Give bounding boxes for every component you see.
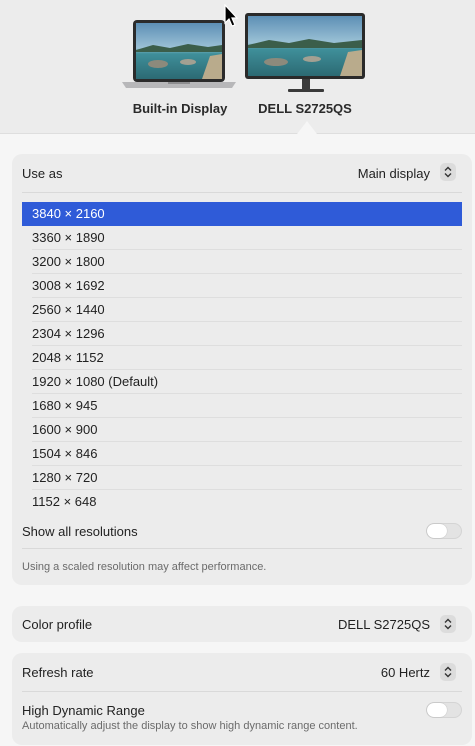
hdr-label: High Dynamic Range — [22, 703, 145, 718]
display-builtin[interactable] — [118, 14, 240, 94]
show-all-resolutions-toggle[interactable] — [426, 523, 462, 539]
resolution-option[interactable]: 1680 × 945 — [22, 394, 462, 418]
resolution-option[interactable]: 2048 × 1152 — [22, 346, 462, 370]
refresh-rate-label: Refresh rate — [22, 665, 94, 680]
display-selector: Built-in Display DELL S2725QS — [0, 0, 475, 134]
resolution-list: 3840 × 2160 3360 × 1890 3200 × 1800 3008 × … — [12, 202, 472, 514]
use-as-value[interactable]: Main display — [358, 166, 430, 181]
chevron-up-down-icon — [444, 666, 452, 678]
selected-display-caret — [297, 121, 317, 134]
show-all-divider — [22, 548, 462, 549]
resolution-option[interactable]: 1504 × 846 — [22, 442, 462, 466]
resolution-option[interactable]: 1600 × 900 — [22, 418, 462, 442]
refresh-divider — [22, 691, 462, 692]
display-settings-panel: Use as Main display 3840 × 2160 3360 × 18… — [0, 134, 475, 746]
color-profile-card: Color profile DELL S2725QS — [12, 606, 472, 642]
resolution-option[interactable]: 3200 × 1800 — [22, 250, 462, 274]
display-builtin-label: Built-in Display — [132, 101, 228, 116]
resolution-option[interactable]: 1152 × 648 — [22, 490, 462, 514]
chevron-up-down-icon — [444, 166, 452, 178]
monitor-icon — [245, 13, 365, 92]
color-profile-value[interactable]: DELL S2725QS — [338, 617, 430, 632]
mouse-pointer-icon — [224, 4, 239, 27]
hdr-description: Automatically adjust the display to show… — [22, 720, 358, 732]
color-profile-stepper[interactable] — [440, 615, 456, 633]
resolution-option[interactable]: 1920 × 1080 (Default) — [22, 370, 462, 394]
hdr-toggle[interactable] — [426, 702, 462, 718]
use-as-stepper[interactable] — [440, 163, 456, 181]
toggle-knob — [427, 703, 447, 717]
display-dell-label: DELL S2725QS — [258, 101, 352, 116]
color-profile-label: Color profile — [22, 617, 93, 632]
use-as-label: Use as — [22, 166, 63, 181]
resolution-option[interactable]: 2560 × 1440 — [22, 298, 462, 322]
resolution-card: Use as Main display 3840 × 2160 3360 × 18… — [12, 154, 472, 585]
resolution-option[interactable]: 3360 × 1890 — [22, 226, 462, 250]
show-all-resolutions-label: Show all resolutions — [22, 524, 138, 539]
refresh-hdr-card: Refresh rate 60 Hertz High Dynamic Range… — [12, 653, 472, 745]
laptop-icon — [122, 20, 236, 88]
chevron-up-down-icon — [444, 618, 452, 630]
resolution-option[interactable]: 2304 × 1296 — [22, 322, 462, 346]
resolution-option[interactable]: 1280 × 720 — [22, 466, 462, 490]
toggle-knob — [427, 524, 447, 538]
resolution-option[interactable]: 3008 × 1692 — [22, 274, 462, 298]
display-dell[interactable] — [244, 12, 368, 96]
refresh-rate-value[interactable]: 60 Hertz — [381, 665, 430, 680]
scaled-resolution-note: Using a scaled resolution may affect per… — [22, 561, 267, 573]
refresh-rate-stepper[interactable] — [440, 663, 456, 681]
use-as-divider — [22, 192, 462, 193]
resolution-option[interactable]: 3840 × 2160 — [22, 202, 462, 226]
